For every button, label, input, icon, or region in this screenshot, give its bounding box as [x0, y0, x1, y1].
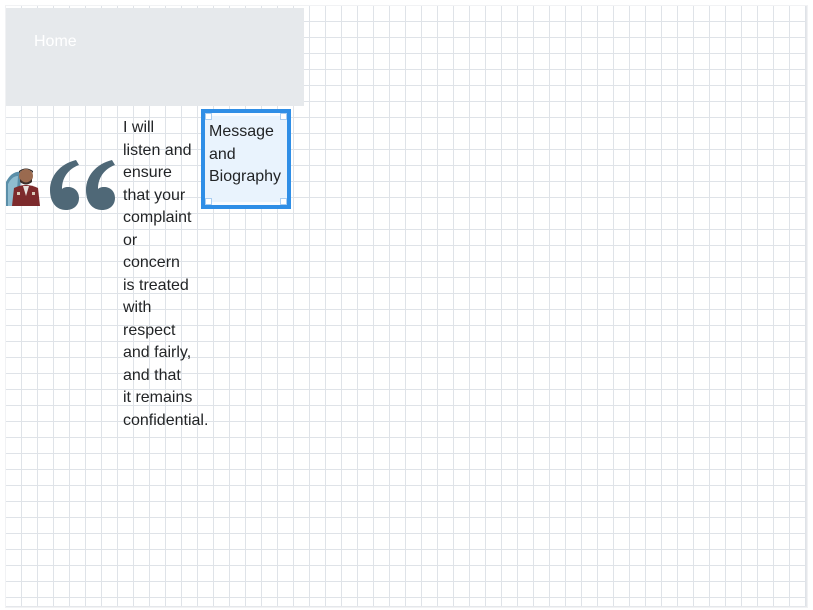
resize-handle-top-right[interactable] — [280, 113, 287, 120]
message-line: with — [123, 299, 152, 316]
selection-bottom-edge — [212, 202, 280, 205]
message-line: I will — [123, 119, 155, 136]
message-line: is treated — [123, 276, 189, 294]
message-line: and that — [123, 366, 181, 384]
message-line: and fairly, — [123, 344, 192, 361]
message-line: concern — [123, 254, 180, 271]
avatar — [6, 164, 40, 206]
message-line: respect — [123, 321, 176, 339]
message-line: confidential. — [123, 411, 209, 429]
resize-handle-bottom-left[interactable] — [205, 198, 212, 205]
message-line: ensure — [123, 164, 172, 181]
selected-heading-line: and — [209, 145, 236, 163]
message-line: listen and — [123, 141, 192, 159]
selected-heading-line: Biography — [209, 168, 282, 185]
design-canvas[interactable]: Home I will listen and ensure that your … — [6, 6, 807, 607]
open-quote-icon — [46, 156, 116, 214]
person-portrait-icon — [6, 168, 40, 206]
selected-heading[interactable]: Message and Biography — [209, 121, 289, 189]
message-line: it remains — [123, 389, 193, 406]
message-text: I will listen and ensure that your compl… — [123, 117, 209, 432]
selected-heading-line: Message — [209, 123, 274, 140]
message-line: complaint — [123, 209, 192, 226]
resize-handle-bottom-right[interactable] — [280, 198, 287, 205]
selected-element-frame[interactable]: Message and Biography — [201, 109, 291, 209]
message-line: or — [123, 231, 138, 249]
nav-bar: Home — [6, 8, 304, 106]
message-line: that your — [123, 186, 186, 204]
resize-handle-top-left[interactable] — [205, 113, 212, 120]
nav-home-link[interactable]: Home — [34, 32, 77, 52]
selection-top-edge — [212, 113, 280, 116]
